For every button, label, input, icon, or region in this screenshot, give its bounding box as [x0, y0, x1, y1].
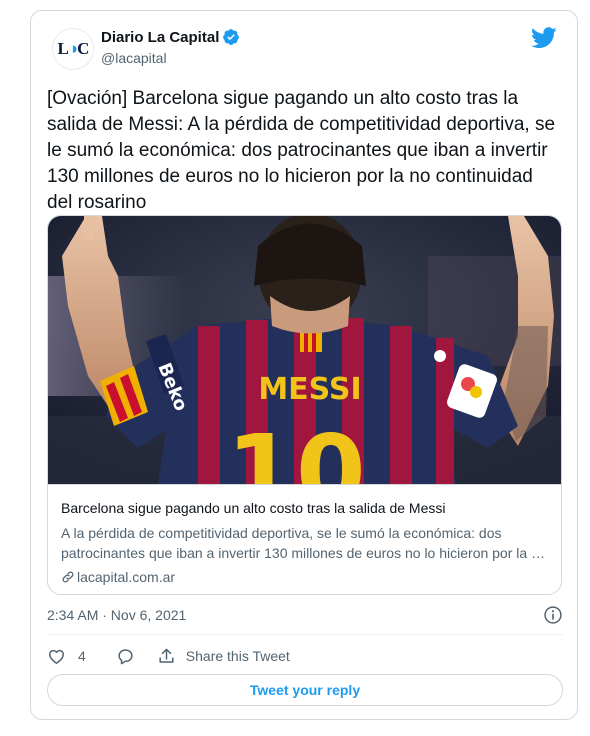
timestamp[interactable]: 2:34 AM · Nov 6, 2021 [47, 607, 186, 623]
link-description: A la pérdida de competitividad deportiva… [61, 523, 547, 563]
like-count: 4 [78, 648, 86, 664]
like-button[interactable]: 4 [47, 647, 86, 666]
divider [47, 634, 563, 635]
link-description-line2: patrocinantes que iban a invertir 130 mi… [61, 545, 547, 561]
timestamp-row: 2:34 AM · Nov 6, 2021 [47, 605, 563, 629]
name-row[interactable]: Diario La Capital [101, 28, 240, 46]
share-button[interactable]: Share this Tweet [157, 647, 290, 666]
verified-badge-icon [223, 29, 240, 45]
embedded-tweet-card: L◑C Diario La Capital @lacapital [Ovació… [30, 10, 578, 720]
handle[interactable]: @lacapital [101, 50, 167, 66]
share-icon [159, 648, 174, 663]
link-domain[interactable]: lacapital.com.ar [61, 569, 175, 585]
article-photo: MESSI 10 Beko [48, 216, 561, 484]
twitter-bird-icon[interactable] [531, 27, 557, 49]
info-icon[interactable] [543, 605, 563, 625]
link-description-line1: A la pérdida de competitividad deportiva… [61, 525, 502, 541]
heart-icon [49, 649, 64, 664]
avatar-logo: L◑C [57, 39, 90, 58]
reply-button[interactable] [116, 647, 135, 666]
link-preview-meta: Barcelona sigue pagando un alto costo tr… [48, 484, 561, 594]
link-title: Barcelona sigue pagando un alto costo tr… [61, 500, 446, 516]
tweet-text: [Ovación] Barcelona sigue pagando un alt… [47, 88, 556, 213]
share-label: Share this Tweet [185, 648, 290, 664]
avatar[interactable]: L◑C [52, 28, 94, 70]
display-name[interactable]: Diario La Capital [101, 29, 219, 46]
tweet-header: L◑C Diario La Capital @lacapital [48, 25, 561, 71]
link-icon [62, 571, 74, 583]
jersey-number: 10 [226, 413, 365, 484]
link-preview-card[interactable]: MESSI 10 Beko Barcelona sigue pagando un… [47, 215, 562, 595]
link-domain-text: lacapital.com.ar [77, 569, 176, 585]
reply-icon [118, 648, 133, 664]
tweet-your-reply-button[interactable]: Tweet your reply [47, 674, 563, 706]
jersey-name: MESSI [258, 372, 361, 407]
action-bar: 4 Share this Tweet [47, 643, 563, 669]
